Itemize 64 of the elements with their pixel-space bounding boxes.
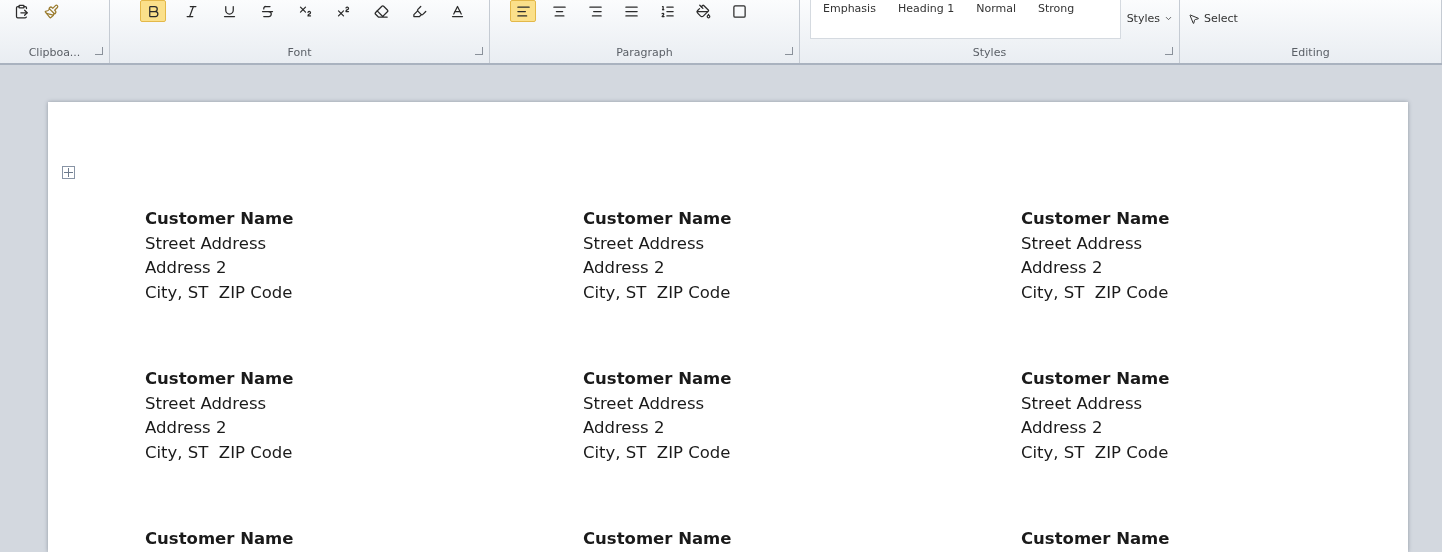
group-label: Styles [972,46,1007,59]
address-line: City, ST ZIP Code [145,281,293,304]
dialog-launcher-icon[interactable] [785,47,793,55]
justify-icon [623,3,639,19]
font-color-icon [449,3,465,19]
cursor-icon [1188,12,1200,25]
line-spacing-icon [659,3,675,19]
address-line: City, ST ZIP Code [583,441,731,464]
customer-name: Customer Name [1021,528,1170,550]
style-item[interactable]: Strong [1038,2,1075,15]
address-line: Street Address [1021,392,1143,415]
align-right-icon [587,3,603,19]
group-label: Font [287,46,312,59]
align-center-icon [551,3,567,19]
address-line: City, ST ZIP Code [145,441,293,464]
address-line: Address 2 [145,257,227,279]
bold-button[interactable] [140,0,166,22]
address-line: Street Address [145,232,267,255]
customer-name: Customer Name [583,528,732,550]
dialog-launcher-icon[interactable] [95,47,103,55]
table-move-handle-icon[interactable] [62,166,75,179]
dialog-launcher-icon[interactable] [1165,47,1173,55]
address-line: Street Address [145,392,267,415]
address-line: City, ST ZIP Code [1021,441,1169,464]
style-item[interactable]: Normal [976,2,1016,15]
address-line: Address 2 [583,417,665,439]
address-line: Address 2 [1021,417,1103,439]
borders-icon [731,3,747,19]
style-item[interactable]: Emphasis [823,2,876,15]
style-item[interactable]: Heading 1 [897,2,955,15]
subscript-icon [297,3,313,19]
underline-icon [221,3,237,19]
clear-format-icon [373,3,389,19]
address-line: Street Address [583,392,705,415]
address-line: City, ST ZIP Code [1021,281,1169,304]
align-left-icon [515,3,531,19]
address-line: Address 2 [583,257,665,279]
group-label: Editing [1291,46,1330,59]
address-line: Address 2 [145,417,227,439]
select-button[interactable]: Select [1188,12,1238,25]
customer-name: Customer Name [145,528,294,550]
dialog-launcher-icon[interactable] [475,47,483,55]
change-styles-button[interactable]: Styles [1126,12,1173,25]
address-line: Address 2 [1021,257,1103,279]
customer-name: Customer Name [1021,368,1170,390]
customer-name: Customer Name [583,368,732,390]
customer-name: Customer Name [145,368,294,390]
address-line: Street Address [583,232,705,255]
strikethrough-icon [259,3,275,19]
italic-icon [183,3,199,19]
highlight-icon [411,3,427,19]
customer-name: Customer Name [583,208,732,230]
address-line: Street Address [1021,232,1143,255]
align-left-button[interactable] [510,0,536,22]
caret-icon [1164,14,1173,23]
group-label: Clipboa... [28,46,81,59]
address-line: City, ST ZIP Code [583,281,731,304]
superscript-icon [335,3,351,19]
customer-name: Customer Name [1021,208,1170,230]
shading-icon [695,3,711,19]
clipboard-icon [13,3,29,19]
customer-name: Customer Name [145,208,294,230]
paintbrush-icon [43,3,59,19]
group-label: Paragraph [616,46,673,59]
